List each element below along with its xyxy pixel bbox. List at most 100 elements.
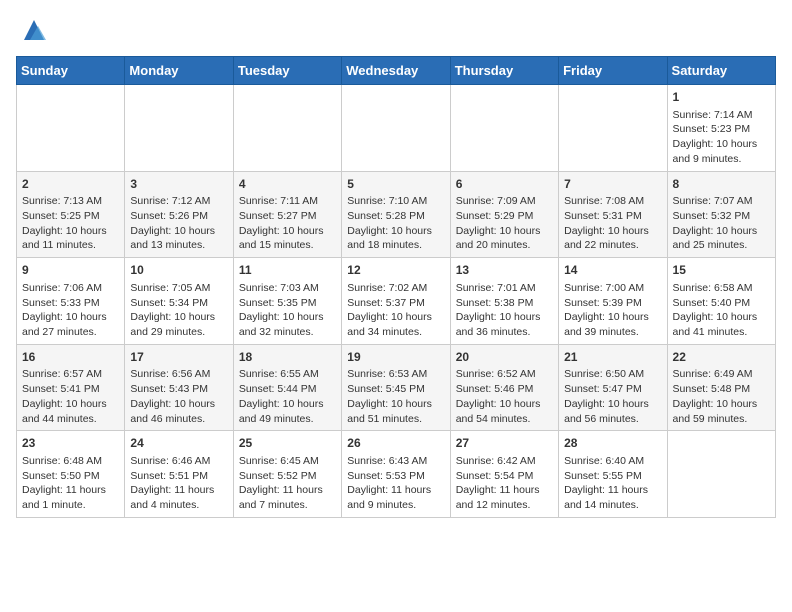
day-info: Sunrise: 6:50 AM Sunset: 5:47 PM Dayligh…	[564, 367, 661, 426]
calendar-cell: 3Sunrise: 7:12 AM Sunset: 5:26 PM Daylig…	[125, 171, 233, 258]
day-number: 17	[130, 349, 227, 366]
calendar-week-row: 2Sunrise: 7:13 AM Sunset: 5:25 PM Daylig…	[17, 171, 776, 258]
day-info: Sunrise: 6:58 AM Sunset: 5:40 PM Dayligh…	[673, 281, 770, 340]
day-number: 18	[239, 349, 336, 366]
calendar-cell	[233, 85, 341, 172]
calendar-cell: 6Sunrise: 7:09 AM Sunset: 5:29 PM Daylig…	[450, 171, 558, 258]
calendar-cell: 16Sunrise: 6:57 AM Sunset: 5:41 PM Dayli…	[17, 344, 125, 431]
day-number: 16	[22, 349, 119, 366]
calendar-week-row: 1 Sunrise: 7:14 AM Sunset: 5:23 PM Daylig…	[17, 85, 776, 172]
day-info: Sunrise: 7:09 AM Sunset: 5:29 PM Dayligh…	[456, 194, 553, 253]
day-header-sunday: Sunday	[17, 57, 125, 85]
calendar-cell	[125, 85, 233, 172]
calendar-cell: 18Sunrise: 6:55 AM Sunset: 5:44 PM Dayli…	[233, 344, 341, 431]
page-header	[16, 16, 776, 44]
day-number: 23	[22, 435, 119, 452]
calendar-cell: 13 Sunrise: 7:01 AM Sunset: 5:38 PM Dayli…	[450, 258, 558, 345]
day-info: Sunrise: 6:55 AM Sunset: 5:44 PM Dayligh…	[239, 367, 336, 426]
day-number: 25	[239, 435, 336, 452]
calendar-cell: 20Sunrise: 6:52 AM Sunset: 5:46 PM Dayli…	[450, 344, 558, 431]
calendar-cell: 27Sunrise: 6:42 AM Sunset: 5:54 PM Dayli…	[450, 431, 558, 518]
calendar-cell	[450, 85, 558, 172]
day-info: Sunrise: 6:57 AM Sunset: 5:41 PM Dayligh…	[22, 367, 119, 426]
day-info: Sunrise: 6:46 AM Sunset: 5:51 PM Dayligh…	[130, 454, 227, 513]
calendar-cell	[559, 85, 667, 172]
day-header-saturday: Saturday	[667, 57, 775, 85]
day-number: 2	[22, 176, 119, 193]
calendar-cell: 26 Sunrise: 6:43 AM Sunset: 5:53 PM Dayli…	[342, 431, 450, 518]
day-number: 4	[239, 176, 336, 193]
calendar-cell: 4Sunrise: 7:11 AM Sunset: 5:27 PM Daylig…	[233, 171, 341, 258]
day-info: Sunrise: 6:56 AM Sunset: 5:43 PM Dayligh…	[130, 367, 227, 426]
day-info: Sunrise: 7:12 AM Sunset: 5:26 PM Dayligh…	[130, 194, 227, 253]
day-info: Sunrise: 6:53 AM Sunset: 5:45 PM Dayligh…	[347, 367, 444, 426]
calendar-cell: 14 Sunrise: 7:00 AM Sunset: 5:39 PM Dayli…	[559, 258, 667, 345]
day-number: 10	[130, 262, 227, 279]
calendar-cell: 24Sunrise: 6:46 AM Sunset: 5:51 PM Dayli…	[125, 431, 233, 518]
calendar-cell: 15 Sunrise: 6:58 AM Sunset: 5:40 PM Dayli…	[667, 258, 775, 345]
calendar-week-row: 23 Sunrise: 6:48 AM Sunset: 5:50 PM Dayli…	[17, 431, 776, 518]
day-number: 1	[673, 89, 770, 106]
calendar-body: 1 Sunrise: 7:14 AM Sunset: 5:23 PM Daylig…	[17, 85, 776, 518]
day-number: 12	[347, 262, 444, 279]
day-info: Sunrise: 7:08 AM Sunset: 5:31 PM Dayligh…	[564, 194, 661, 253]
day-info: Sunrise: 7:10 AM Sunset: 5:28 PM Dayligh…	[347, 194, 444, 253]
day-header-wednesday: Wednesday	[342, 57, 450, 85]
day-info: Sunrise: 7:01 AM Sunset: 5:38 PM Dayligh…	[456, 281, 553, 340]
day-header-thursday: Thursday	[450, 57, 558, 85]
day-number: 7	[564, 176, 661, 193]
day-info: Sunrise: 7:07 AM Sunset: 5:32 PM Dayligh…	[673, 194, 770, 253]
day-number: 21	[564, 349, 661, 366]
day-header-tuesday: Tuesday	[233, 57, 341, 85]
day-info: Sunrise: 7:06 AM Sunset: 5:33 PM Dayligh…	[22, 281, 119, 340]
day-info: Sunrise: 7:02 AM Sunset: 5:37 PM Dayligh…	[347, 281, 444, 340]
calendar-cell: 1 Sunrise: 7:14 AM Sunset: 5:23 PM Daylig…	[667, 85, 775, 172]
day-info: Sunrise: 7:05 AM Sunset: 5:34 PM Dayligh…	[130, 281, 227, 340]
day-info: Sunrise: 6:43 AM Sunset: 5:53 PM Dayligh…	[347, 454, 444, 513]
calendar-cell: 11 Sunrise: 7:03 AM Sunset: 5:35 PM Dayli…	[233, 258, 341, 345]
calendar-table: SundayMondayTuesdayWednesdayThursdayFrid…	[16, 56, 776, 518]
logo-icon	[20, 16, 48, 44]
logo	[16, 16, 48, 44]
day-info: Sunrise: 7:11 AM Sunset: 5:27 PM Dayligh…	[239, 194, 336, 253]
day-number: 6	[456, 176, 553, 193]
day-info: Sunrise: 6:42 AM Sunset: 5:54 PM Dayligh…	[456, 454, 553, 513]
day-number: 14	[564, 262, 661, 279]
day-number: 8	[673, 176, 770, 193]
day-info: Sunrise: 6:45 AM Sunset: 5:52 PM Dayligh…	[239, 454, 336, 513]
day-info: Sunrise: 6:48 AM Sunset: 5:50 PM Dayligh…	[22, 454, 119, 513]
day-info: Sunrise: 7:00 AM Sunset: 5:39 PM Dayligh…	[564, 281, 661, 340]
calendar-cell: 22Sunrise: 6:49 AM Sunset: 5:48 PM Dayli…	[667, 344, 775, 431]
day-number: 26	[347, 435, 444, 452]
day-number: 9	[22, 262, 119, 279]
calendar-cell	[17, 85, 125, 172]
day-number: 20	[456, 349, 553, 366]
day-number: 28	[564, 435, 661, 452]
calendar-cell: 28 Sunrise: 6:40 AM Sunset: 5:55 PM Dayli…	[559, 431, 667, 518]
calendar-cell	[342, 85, 450, 172]
calendar-cell	[667, 431, 775, 518]
day-number: 22	[673, 349, 770, 366]
day-number: 13	[456, 262, 553, 279]
day-number: 15	[673, 262, 770, 279]
day-header-monday: Monday	[125, 57, 233, 85]
day-info: Sunrise: 7:13 AM Sunset: 5:25 PM Dayligh…	[22, 194, 119, 253]
day-header-friday: Friday	[559, 57, 667, 85]
calendar-cell: 21Sunrise: 6:50 AM Sunset: 5:47 PM Dayli…	[559, 344, 667, 431]
calendar-cell: 17Sunrise: 6:56 AM Sunset: 5:43 PM Dayli…	[125, 344, 233, 431]
calendar-cell: 5Sunrise: 7:10 AM Sunset: 5:28 PM Daylig…	[342, 171, 450, 258]
calendar-cell: 7Sunrise: 7:08 AM Sunset: 5:31 PM Daylig…	[559, 171, 667, 258]
calendar-cell: 12 Sunrise: 7:02 AM Sunset: 5:37 PM Dayli…	[342, 258, 450, 345]
calendar-week-row: 16Sunrise: 6:57 AM Sunset: 5:41 PM Dayli…	[17, 344, 776, 431]
day-info: Sunrise: 7:03 AM Sunset: 5:35 PM Dayligh…	[239, 281, 336, 340]
calendar-cell: 9 Sunrise: 7:06 AM Sunset: 5:33 PM Daylig…	[17, 258, 125, 345]
calendar-cell: 10 Sunrise: 7:05 AM Sunset: 5:34 PM Dayli…	[125, 258, 233, 345]
day-info: Sunrise: 7:14 AM Sunset: 5:23 PM Dayligh…	[673, 108, 770, 167]
calendar-cell: 25 Sunrise: 6:45 AM Sunset: 5:52 PM Dayli…	[233, 431, 341, 518]
day-number: 11	[239, 262, 336, 279]
calendar-cell: 8Sunrise: 7:07 AM Sunset: 5:32 PM Daylig…	[667, 171, 775, 258]
day-info: Sunrise: 6:49 AM Sunset: 5:48 PM Dayligh…	[673, 367, 770, 426]
calendar-cell: 2Sunrise: 7:13 AM Sunset: 5:25 PM Daylig…	[17, 171, 125, 258]
calendar-header: SundayMondayTuesdayWednesdayThursdayFrid…	[17, 57, 776, 85]
day-info: Sunrise: 6:40 AM Sunset: 5:55 PM Dayligh…	[564, 454, 661, 513]
